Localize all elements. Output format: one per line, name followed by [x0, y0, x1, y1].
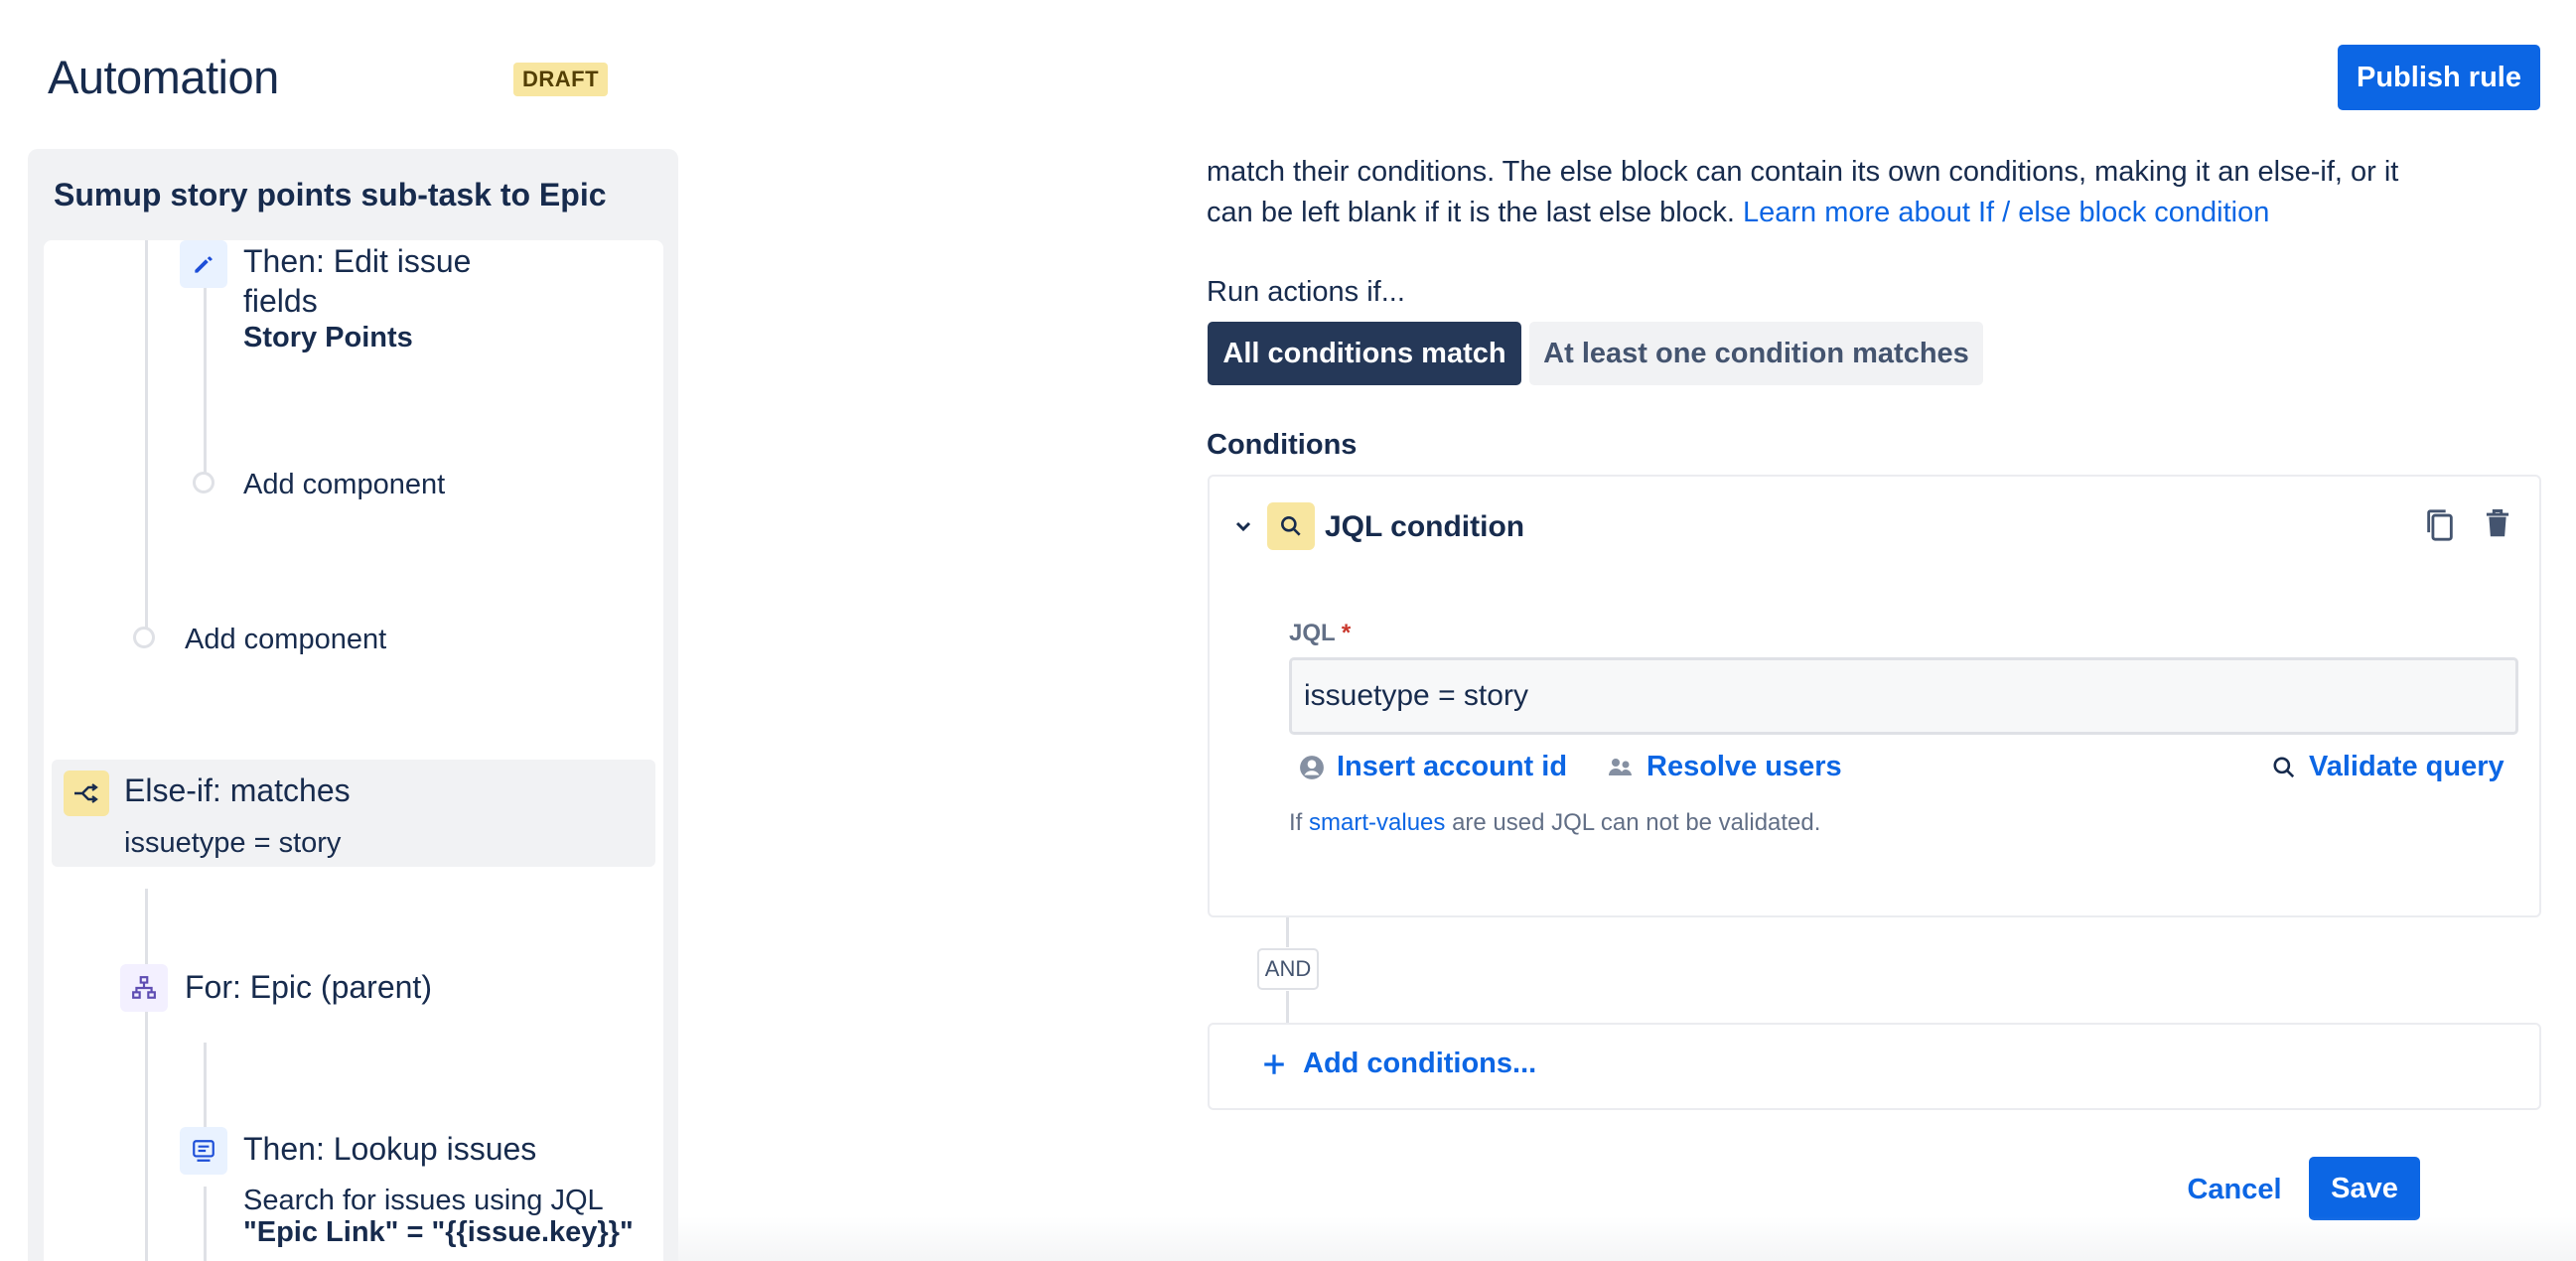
component-detail-jql: "Epic Link" = "{{issue.key}}": [243, 1216, 634, 1248]
jql-label-text: JQL: [1289, 620, 1336, 646]
required-mark: *: [1341, 620, 1352, 646]
save-button[interactable]: Save: [2309, 1157, 2420, 1220]
validate-query-label: Validate query: [2309, 751, 2504, 782]
jql-hint: If smart-values are used JQL can not be …: [1289, 809, 1820, 837]
trash-icon[interactable]: [2483, 508, 2512, 545]
add-component-link[interactable]: Add component: [243, 469, 445, 501]
hierarchy-icon: [120, 964, 168, 1012]
component-detail: Search for issues using JQL: [243, 1185, 604, 1216]
component-title[interactable]: Then: Edit issue: [243, 243, 471, 280]
jql-field-label: JQL *: [1289, 620, 1351, 647]
block-description: match their conditions. The else block c…: [1207, 152, 2448, 233]
connector-line: [204, 1187, 207, 1261]
publish-rule-button[interactable]: Publish rule: [2338, 45, 2540, 110]
smart-values-link[interactable]: smart-values: [1309, 809, 1445, 836]
add-conditions-button[interactable]: Add conditions...: [1261, 1048, 1536, 1080]
and-badge: AND: [1257, 948, 1319, 990]
search-icon: [2273, 756, 2295, 777]
any-condition-matches-option[interactable]: At least one condition matches: [1529, 322, 1983, 385]
connector-line: [145, 240, 148, 628]
insert-account-id-link[interactable]: Insert account id: [1299, 751, 1567, 783]
plus-icon: [1264, 1053, 1284, 1074]
branch-icon: [64, 771, 109, 816]
connector-line: [1286, 917, 1289, 947]
component-detail: issuetype = story: [124, 827, 342, 859]
conditions-label: Conditions: [1207, 429, 1358, 461]
connector-line: [204, 1043, 207, 1132]
connector-line: [145, 889, 148, 1261]
description-text: can be left blank if it is the last else…: [1207, 197, 1735, 228]
add-conditions-label: Add conditions...: [1303, 1048, 1537, 1079]
all-conditions-match-option[interactable]: All conditions match: [1208, 322, 1521, 385]
add-component-dot: [133, 627, 155, 648]
insert-account-id-label: Insert account id: [1337, 751, 1568, 782]
jql-input[interactable]: [1289, 657, 2518, 735]
condition-title[interactable]: JQL condition: [1325, 510, 1524, 544]
connector-line: [1286, 991, 1289, 1023]
user-circle-icon: [1300, 755, 1324, 779]
validate-query-link[interactable]: Validate query: [2271, 751, 2504, 783]
resolve-users-link[interactable]: Resolve users: [1607, 751, 1842, 783]
hint-text: are used JQL can not be validated.: [1452, 809, 1821, 836]
lookup-icon: [180, 1127, 227, 1175]
users-icon: [1609, 758, 1632, 775]
component-title-cont[interactable]: fields: [243, 283, 318, 320]
add-component-link[interactable]: Add component: [185, 624, 386, 656]
resolve-users-label: Resolve users: [1646, 751, 1842, 782]
search-icon: [1267, 502, 1315, 550]
description-text: match their conditions. The else block c…: [1207, 156, 2399, 188]
component-title[interactable]: Then: Lookup issues: [243, 1131, 536, 1168]
connector-line: [204, 288, 207, 477]
component-title[interactable]: Else-if: matches: [124, 772, 351, 809]
rule-name[interactable]: Sumup story points sub-task to Epic: [54, 177, 607, 213]
cancel-button[interactable]: Cancel: [2175, 1160, 2294, 1219]
status-badge: DRAFT: [513, 63, 609, 96]
rule-component-list: [44, 240, 663, 1261]
component-title[interactable]: For: Epic (parent): [185, 969, 432, 1006]
copy-icon[interactable]: [2423, 506, 2457, 549]
component-detail: Story Points: [243, 322, 413, 353]
learn-more-link[interactable]: Learn more about If / else block conditi…: [1743, 197, 2269, 228]
run-actions-label: Run actions if...: [1207, 276, 1405, 308]
pencil-icon: [180, 240, 227, 288]
chevron-down-icon[interactable]: [1231, 514, 1255, 538]
add-component-dot: [193, 472, 215, 493]
hint-text: If: [1289, 809, 1303, 836]
scroll-shadow: [678, 1216, 2576, 1261]
page-title: Automation: [48, 51, 279, 103]
